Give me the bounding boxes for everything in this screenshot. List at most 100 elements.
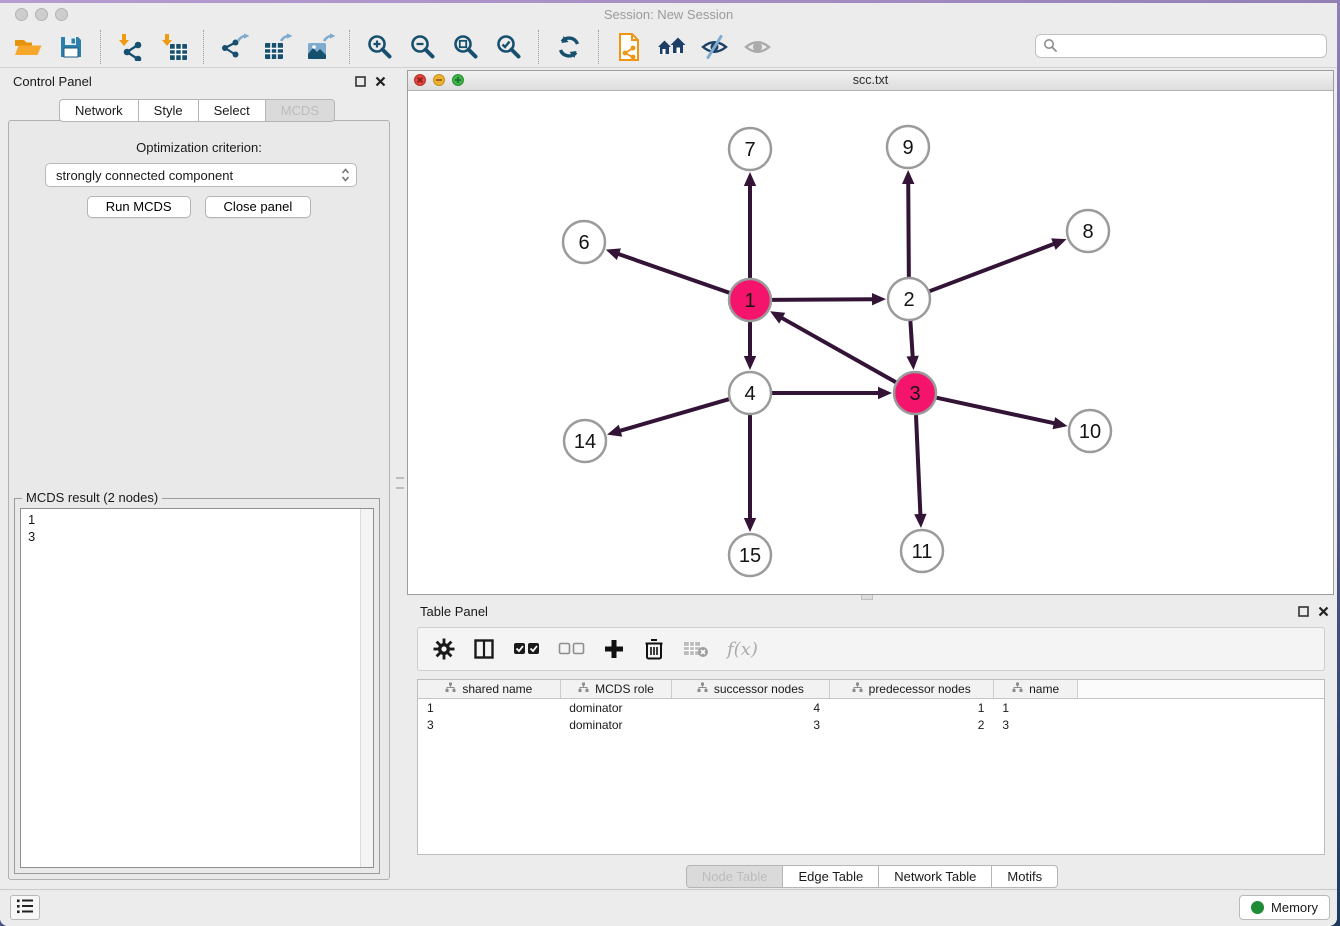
column-header-name[interactable]: name (993, 680, 1078, 699)
column-header-successor-nodes[interactable]: successor nodes (672, 680, 829, 699)
table-cell[interactable]: dominator (560, 699, 672, 717)
export-table-icon[interactable] (259, 29, 294, 65)
tab-network[interactable]: Network (59, 99, 139, 122)
table-cell[interactable]: dominator (560, 716, 672, 733)
import-table-icon[interactable] (156, 29, 191, 65)
select-all-icon[interactable] (513, 641, 540, 657)
graph-edge-4-14[interactable] (607, 399, 729, 436)
close-panel-icon[interactable] (1318, 605, 1329, 620)
table-cell-filler (1078, 716, 1324, 733)
control-panel-tabs: NetworkStyleSelectMCDS (0, 99, 394, 122)
network-window-titlebar: scc.txt (408, 71, 1333, 91)
graph-node-3[interactable]: 3 (894, 372, 936, 414)
task-list-icon (15, 897, 35, 918)
mcds-result-box: 13 (20, 508, 374, 868)
graph-edge-4-3[interactable] (772, 387, 892, 399)
tab-mcds[interactable]: MCDS (266, 99, 335, 122)
column-header-label: predecessor nodes (869, 682, 971, 696)
tab-motifs[interactable]: Motifs (992, 865, 1058, 888)
new-network-from-selection-icon[interactable] (611, 29, 646, 65)
import-network-icon[interactable] (113, 29, 148, 65)
float-panel-icon[interactable] (355, 75, 366, 90)
toolbar-separator (203, 30, 204, 64)
add-column-icon[interactable] (603, 638, 625, 660)
float-panel-icon[interactable] (1298, 605, 1309, 620)
hide-selected-icon[interactable] (697, 29, 732, 65)
tab-node-table[interactable]: Node Table (686, 865, 784, 888)
column-header-predecessor-nodes[interactable]: predecessor nodes (829, 680, 993, 699)
graph-edge-1-7[interactable] (744, 172, 756, 278)
column-header-shared-name[interactable]: shared name (418, 680, 560, 699)
column-header-mcds-role[interactable]: MCDS role (560, 680, 672, 699)
graph-edge-1-4[interactable] (744, 322, 756, 370)
graph-edge-3-1[interactable] (770, 311, 896, 382)
export-image-icon[interactable] (302, 29, 337, 65)
graph-node-label: 14 (574, 431, 596, 453)
graph-node-9[interactable]: 9 (887, 126, 929, 168)
table-cell[interactable]: 4 (672, 699, 829, 717)
table-cell[interactable]: 1 (829, 699, 993, 717)
graph-node-6[interactable]: 6 (563, 221, 605, 263)
delete-column-icon[interactable] (643, 637, 665, 661)
graph-edge-2-9[interactable] (902, 170, 914, 277)
zoom-selected-icon[interactable] (491, 29, 526, 65)
close-panel-icon[interactable] (375, 75, 386, 90)
save-session-icon[interactable] (53, 29, 88, 65)
column-chooser-icon[interactable] (473, 638, 495, 660)
graph-edge-2-3[interactable] (906, 321, 918, 370)
graph-node-10[interactable]: 10 (1069, 410, 1111, 452)
tab-edge-table[interactable]: Edge Table (783, 865, 879, 888)
graph-edge-2-8[interactable] (930, 238, 1067, 291)
refresh-icon[interactable] (551, 29, 586, 65)
first-neighbors-icon[interactable] (654, 29, 689, 65)
graph-node-8[interactable]: 8 (1067, 210, 1109, 252)
show-all-icon (740, 29, 775, 65)
delete-table-icon (683, 639, 709, 659)
open-session-icon[interactable] (10, 29, 45, 65)
toolbar-separator (538, 30, 539, 64)
graph-node-15[interactable]: 15 (729, 534, 771, 576)
memory-button[interactable]: Memory (1239, 895, 1330, 920)
deselect-all-icon[interactable] (558, 641, 585, 657)
tab-select[interactable]: Select (199, 99, 266, 122)
zoom-in-icon[interactable] (362, 29, 397, 65)
graph-edge-4-15[interactable] (744, 415, 756, 532)
optimization-criterion-select[interactable]: strongly connected component (45, 163, 357, 187)
table-cell[interactable]: 3 (418, 716, 560, 733)
table-cell[interactable]: 1 (418, 699, 560, 717)
table-body: 1dominator4113dominator323 (418, 699, 1324, 734)
network-canvas[interactable]: 7 9 6 8 1 2 4 3 14 10 15 11 (408, 90, 1333, 594)
table-cell[interactable]: 1 (993, 699, 1078, 717)
memory-status-icon (1251, 901, 1264, 914)
vertical-splitter-handle[interactable] (396, 477, 404, 489)
result-scrollbar[interactable] (360, 509, 373, 867)
zoom-fit-icon[interactable] (448, 29, 483, 65)
graph-edge-1-6[interactable] (606, 248, 730, 292)
column-tree-icon (852, 682, 863, 696)
table-row[interactable]: 3dominator323 (418, 716, 1324, 733)
graph-edge-1-2[interactable] (772, 293, 886, 305)
graph-edge-3-11[interactable] (914, 415, 926, 528)
optimization-criterion-label: Optimization criterion: (9, 140, 389, 155)
graph-node-7[interactable]: 7 (729, 128, 771, 170)
table-row[interactable]: 1dominator411 (418, 699, 1324, 717)
tab-style[interactable]: Style (139, 99, 199, 122)
network-graph[interactable]: 7 9 6 8 1 2 4 3 14 10 15 11 (408, 90, 1333, 594)
graph-node-4[interactable]: 4 (729, 372, 771, 414)
zoom-out-icon[interactable] (405, 29, 440, 65)
task-history-button[interactable] (10, 895, 40, 920)
settings-gear-icon[interactable] (433, 638, 455, 660)
search-input[interactable] (1061, 38, 1326, 55)
graph-node-1[interactable]: 1 (729, 279, 771, 321)
tab-network-table[interactable]: Network Table (879, 865, 992, 888)
graph-node-11[interactable]: 11 (901, 530, 943, 572)
export-network-icon[interactable] (216, 29, 251, 65)
graph-node-14[interactable]: 14 (564, 420, 606, 462)
table-cell[interactable]: 2 (829, 716, 993, 733)
graph-edge-3-10[interactable] (936, 398, 1067, 430)
table-cell[interactable]: 3 (672, 716, 829, 733)
table-cell[interactable]: 3 (993, 716, 1078, 733)
graph-node-2[interactable]: 2 (888, 278, 930, 320)
close-panel-button[interactable]: Close panel (205, 196, 312, 218)
run-mcds-button[interactable]: Run MCDS (87, 196, 191, 218)
